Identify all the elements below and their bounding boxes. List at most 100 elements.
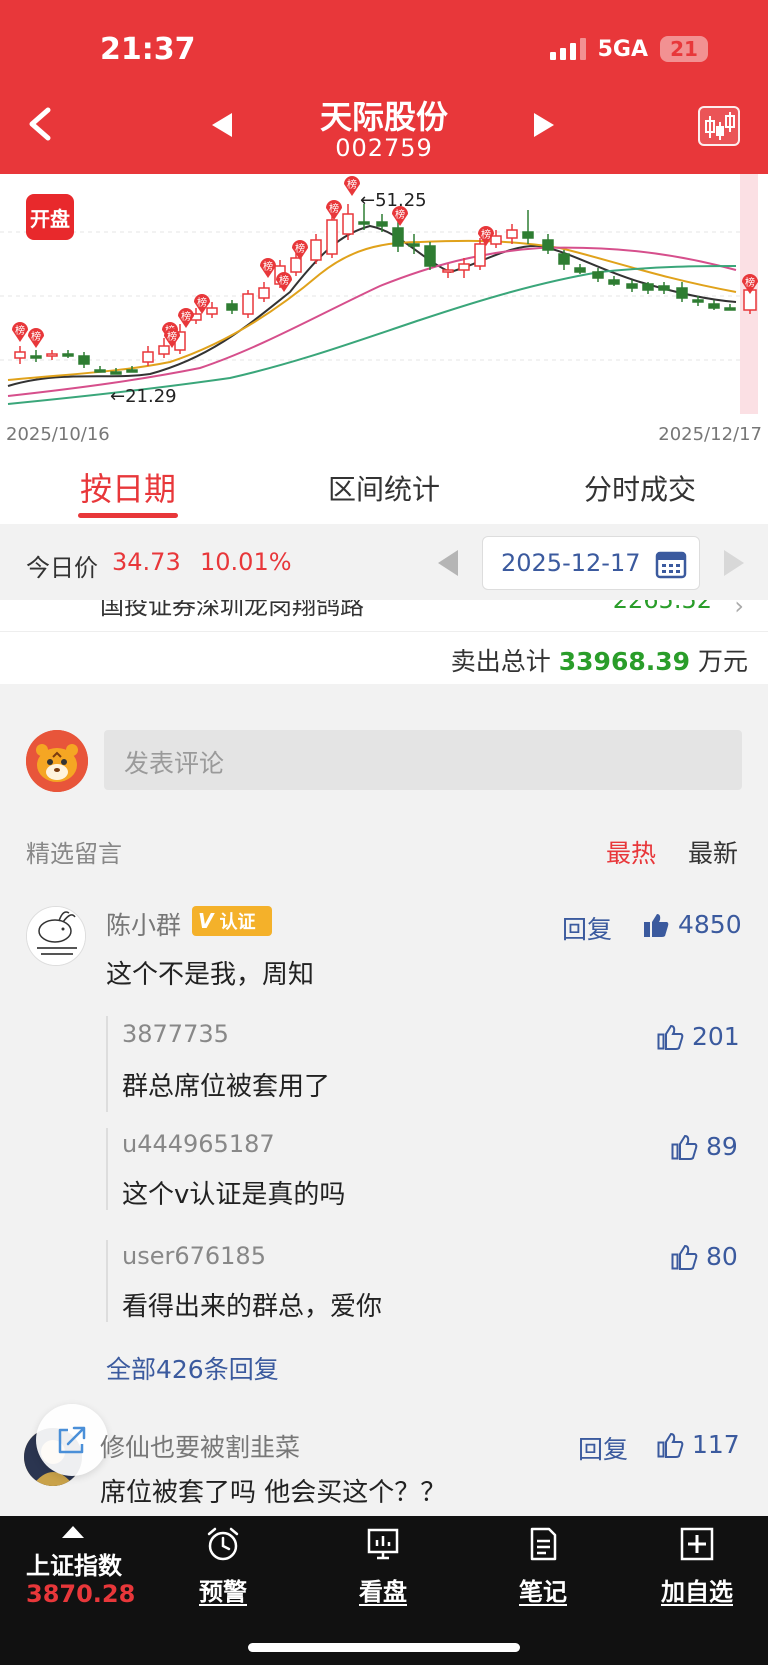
comment-input[interactable]: 发表评论 [104, 730, 742, 790]
stock-name: 天际股份 [319, 98, 448, 136]
chart-start-date: 2025/10/16 [6, 424, 110, 445]
candle [506, 229, 518, 239]
comment-username[interactable]: 陈小群 [106, 906, 181, 942]
candle [442, 269, 454, 273]
comment-text: 这个不是我，周知 [106, 960, 315, 990]
sort-hot-button[interactable]: 最热 [606, 834, 656, 870]
candle [30, 355, 42, 359]
price-label: 今日价 [26, 554, 98, 582]
candle [626, 283, 638, 289]
comment-placeholder: 发表评论 [124, 749, 225, 778]
reply-item[interactable]: u444965187 这个v认证是真的吗 [106, 1128, 746, 1210]
candle [658, 285, 670, 291]
candle [326, 219, 338, 255]
candle [110, 371, 122, 375]
reply-text: 这个v认证是真的吗 [122, 1180, 346, 1210]
comment-text: 席位被套了吗 他会买这个？？ [100, 1478, 447, 1508]
seat-row[interactable]: 国投证券深圳龙岗翔鸽路 2265.52 › [0, 600, 768, 632]
comment-username[interactable]: 修仙也要被割韭菜 [100, 1428, 300, 1464]
candle [376, 221, 388, 227]
candle [708, 303, 720, 309]
home-indicator [248, 1643, 520, 1652]
rank-pin-label: 榜 [745, 276, 755, 289]
share-icon [58, 1426, 86, 1454]
reply-button[interactable]: 回复 [578, 1430, 628, 1466]
alarm-clock-icon [207, 1527, 239, 1561]
tiger-avatar-icon [26, 730, 88, 792]
reply-like-button[interactable]: 80 [670, 1242, 738, 1271]
reply-text: 看得出来的群总，爱你 [122, 1292, 383, 1322]
sell-total-unit: 万元 [697, 647, 748, 676]
sell-total-value: 33968.39 [558, 647, 691, 676]
date-picker[interactable]: 2025-12-17 [482, 536, 700, 590]
sort-new-button[interactable]: 最新 [688, 834, 738, 870]
note-icon [530, 1527, 557, 1561]
kline-chart[interactable]: 榜榜榜榜榜榜榜榜榜榜榜榜榜榜←51.25←21.29 开盘 2025/10/16… [0, 174, 768, 452]
nav-notes-label: 笔记 [519, 1578, 567, 1606]
kline-toggle-button[interactable] [698, 106, 740, 146]
rank-pin-label: 榜 [329, 202, 339, 215]
caret-up-icon [62, 1526, 84, 1538]
candle [724, 307, 736, 311]
like-count: 4850 [678, 910, 742, 939]
rank-pin-label: 榜 [295, 242, 305, 255]
kline-svg: 榜榜榜榜榜榜榜榜榜榜榜榜榜榜←51.25←21.29 [0, 174, 758, 414]
thumbs-up-icon [671, 1244, 698, 1270]
v-icon: V [198, 909, 214, 933]
next-stock-icon[interactable] [534, 113, 554, 137]
sell-total-label: 卖出总计 [450, 647, 551, 676]
nav-notes[interactable]: 笔记 [488, 1526, 598, 1607]
share-button[interactable] [36, 1404, 108, 1476]
candle [358, 221, 370, 225]
reply-like-count: 201 [692, 1022, 740, 1051]
nav-add-watchlist[interactable]: 加自选 [642, 1526, 752, 1607]
tab-range-stats[interactable]: 区间统计 [256, 452, 512, 524]
next-date-icon[interactable] [724, 550, 744, 576]
candle [310, 239, 322, 261]
reply-item[interactable]: 3877735 群总席位被套用了 [106, 1016, 746, 1112]
like-button[interactable]: 4850 [642, 910, 742, 939]
tab-by-date[interactable]: 按日期 [0, 452, 256, 524]
reply-like-button[interactable]: 89 [670, 1132, 738, 1161]
candle [392, 227, 404, 247]
candle [258, 287, 270, 299]
candle [558, 253, 570, 265]
low-price-label: ←21.29 [110, 386, 177, 407]
candle [78, 355, 90, 365]
candle [142, 351, 154, 363]
reply-like-count: 89 [706, 1132, 738, 1161]
candle [126, 369, 138, 373]
like-button[interactable]: 117 [656, 1430, 740, 1459]
reply-username: 3877735 [122, 1020, 229, 1048]
candle [692, 299, 704, 303]
candle [206, 307, 218, 315]
thumbs-up-icon [657, 1432, 684, 1458]
tab-intraday-trades[interactable]: 分时成交 [512, 452, 768, 524]
reply-button[interactable]: 回复 [562, 910, 612, 946]
reply-username: u444965187 [122, 1130, 275, 1158]
index-name: 上证指数 [26, 1552, 122, 1580]
prev-date-icon[interactable] [438, 550, 458, 576]
rabbit-avatar-icon [27, 907, 85, 965]
nav-market[interactable]: 看盘 [328, 1526, 438, 1607]
my-avatar[interactable] [26, 730, 88, 792]
reply-like-button[interactable]: 201 [656, 1022, 740, 1051]
all-replies-link[interactable]: 全部426条回复 [106, 1350, 279, 1386]
candle [542, 239, 554, 251]
section-title: 精选留言 [26, 840, 122, 868]
nav-alert-label: 预警 [199, 1578, 247, 1606]
avatar[interactable] [26, 906, 86, 966]
reply-item[interactable]: user676185 看得出来的群总，爱你 [106, 1240, 746, 1322]
battery-level: 21 [670, 37, 698, 61]
candle [62, 353, 74, 357]
signal-icon [549, 38, 586, 60]
nav-add-watchlist-label: 加自选 [661, 1578, 733, 1606]
kaipan-badge[interactable]: 开盘 [26, 194, 74, 240]
price-row: 今日价 34.73 10.01% 2025-12-17 [0, 524, 768, 600]
nav-alert[interactable]: 预警 [168, 1526, 278, 1607]
seat-name: 国投证券深圳龙岗翔鸽路 [100, 600, 364, 620]
candle [676, 287, 688, 299]
candle [474, 243, 486, 267]
candle [46, 353, 58, 357]
date-value: 2025-12-17 [501, 549, 641, 577]
